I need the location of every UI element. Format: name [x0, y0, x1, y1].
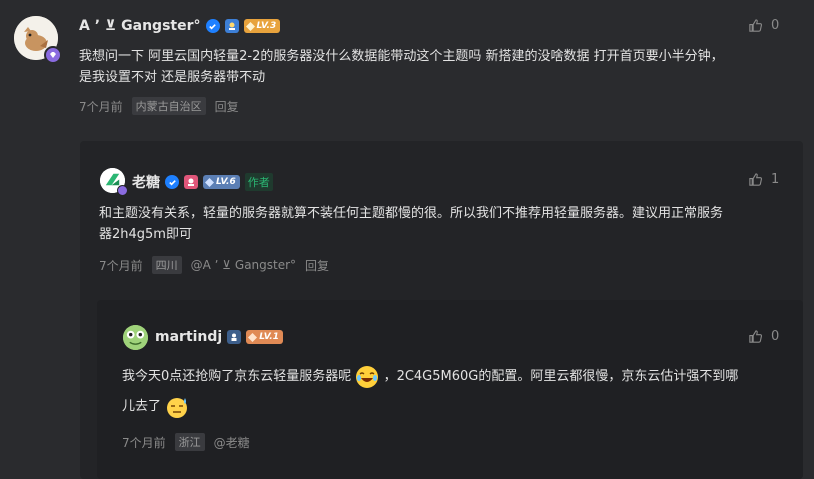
- level-badge: LV.1: [246, 330, 283, 344]
- comment-text-segment: ，2C4G5M60G的配置。阿里云都很慢，京东云估计强不到哪: [383, 369, 739, 384]
- timestamp: 7个月前: [99, 258, 143, 273]
- like-count: 1: [771, 172, 780, 187]
- medal-icon: [224, 19, 239, 33]
- level-icon: [205, 177, 214, 187]
- like-icon: [749, 330, 763, 343]
- verified-icon: [205, 19, 220, 33]
- reply-button[interactable]: 回复: [305, 257, 329, 274]
- like-icon: [749, 19, 763, 32]
- username[interactable]: A ʼ ⊻ Gangster°: [79, 18, 201, 34]
- comment-text-line: 我想问一下 阿里云国内轻量2-2的服务器没什么数据能带动这个主题吗 新搭建的没啥…: [79, 49, 724, 64]
- level-badge: LV.3: [243, 19, 281, 33]
- username[interactable]: 老糖: [132, 172, 160, 192]
- level-label: LV.3: [256, 21, 277, 31]
- like-count: 0: [771, 329, 780, 344]
- reply-button[interactable]: 回复: [215, 98, 239, 115]
- avatar[interactable]: [14, 16, 62, 64]
- timestamp: 7个月前: [122, 435, 166, 450]
- avatar[interactable]: [100, 168, 128, 196]
- comment-text: 我今天0点还抢购了京东云轻量服务器呢 ，2C4G5M60G的配置。阿里云都很慢，…: [122, 362, 792, 422]
- username[interactable]: martindj: [155, 329, 222, 345]
- location-tag: 四川: [151, 256, 182, 274]
- level-icon: [245, 21, 255, 31]
- like-button[interactable]: 0: [748, 18, 779, 33]
- comment-text: 和主题没有关系，轻量的服务器就算不装任何主题都慢的很。所以我们不推荐用轻量服务器…: [99, 203, 789, 245]
- level-label: LV.1: [259, 332, 279, 342]
- reply-mention[interactable]: @老糖: [214, 434, 250, 451]
- emoji-laugh-icon: [356, 365, 379, 388]
- medal-icon: [227, 330, 242, 344]
- avatar-frame-icon: [44, 46, 62, 64]
- comment-text-line: 器2h4g5m即可: [99, 227, 192, 242]
- like-button[interactable]: 1: [748, 172, 779, 187]
- avatar-frame-icon: [117, 185, 128, 196]
- like-count: 0: [771, 18, 780, 33]
- location-tag: 内蒙古自治区: [131, 97, 206, 115]
- emoji-sweat-icon: [167, 397, 188, 418]
- like-button[interactable]: 0: [748, 329, 779, 344]
- avatar[interactable]: [123, 325, 148, 350]
- verified-icon: [165, 175, 179, 189]
- reply-mention[interactable]: @A ʼ ⊻ Gangster°: [191, 258, 296, 272]
- comment-text-line: 和主题没有关系，轻量的服务器就算不装任何主题都慢的很。所以我们不推荐用轻量服务器…: [99, 206, 724, 221]
- location-tag: 浙江: [174, 433, 205, 451]
- medal-icon: [184, 175, 198, 189]
- avatar-image: [123, 325, 148, 350]
- comment-text: 我想问一下 阿里云国内轻量2-2的服务器没什么数据能带动这个主题吗 新搭建的没啥…: [79, 46, 779, 88]
- author-tag: 作者: [244, 173, 273, 191]
- comment-text-line: 是我设置不对 还是服务器带不动: [79, 70, 266, 85]
- timestamp: 7个月前: [79, 99, 123, 114]
- comment-text-segment: 儿去了: [122, 399, 162, 414]
- level-icon: [248, 332, 258, 342]
- level-label: LV.6: [216, 177, 236, 187]
- like-icon: [749, 173, 763, 186]
- level-badge: LV.6: [203, 175, 240, 189]
- comment-text-segment: 我今天0点还抢购了京东云轻量服务器呢: [122, 369, 352, 384]
